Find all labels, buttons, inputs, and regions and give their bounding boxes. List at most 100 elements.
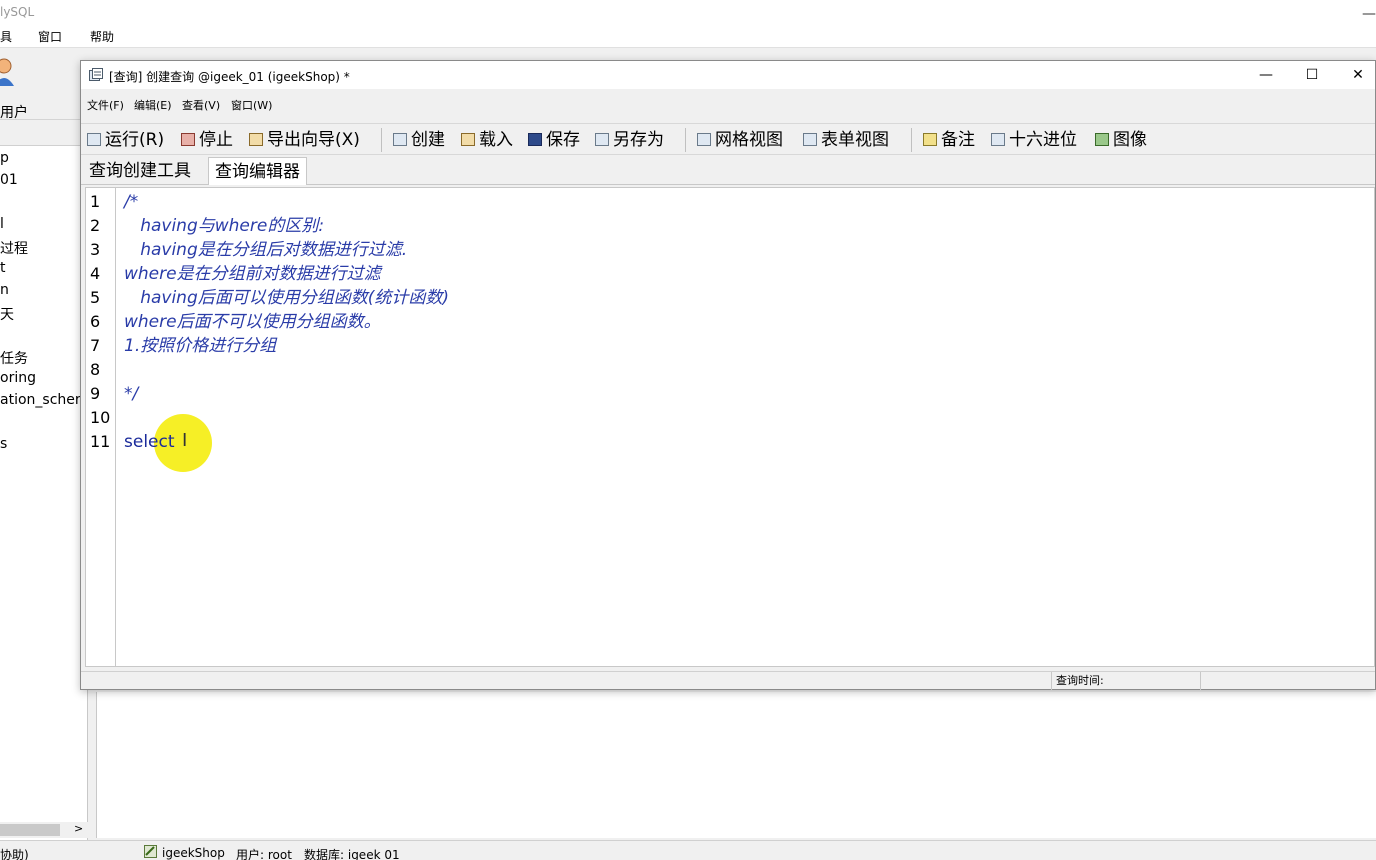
line-number: 9: [90, 384, 101, 403]
grid-view-button[interactable]: 网格视图: [697, 128, 783, 152]
line-number: 6: [90, 312, 101, 331]
hex-icon: [991, 133, 1005, 146]
save-as-icon: [595, 133, 609, 146]
status-database: 数据库: igeek 01: [304, 848, 400, 860]
query-tabs: 查询创建工具 查询编辑器: [81, 155, 1375, 185]
line-number: 8: [90, 360, 101, 379]
line-number: 2: [90, 216, 101, 235]
window-icon: [89, 68, 103, 81]
close-button[interactable]: ✕: [1335, 64, 1376, 86]
app-title-bar: lySQL —: [0, 0, 1376, 24]
toolbar-separator: [911, 128, 912, 152]
user-icon: [0, 58, 14, 86]
app-minimize-button[interactable]: —: [1362, 2, 1376, 26]
export-icon: [249, 133, 263, 146]
grid-icon: [697, 133, 711, 146]
line-number: 11: [90, 432, 111, 451]
maximize-button[interactable]: ☐: [1289, 64, 1335, 86]
tree-item[interactable]: p: [0, 150, 9, 166]
save-as-button[interactable]: 另存为: [595, 128, 664, 152]
object-browser-scrollbar[interactable]: >: [0, 822, 88, 838]
line-number: 4: [90, 264, 101, 283]
stop-button[interactable]: 停止: [181, 128, 233, 152]
query-toolbar: 运行(R) 停止 导出向导(X) 创建 载入 保存 另存为 网格视图 表单视图 …: [81, 123, 1375, 155]
scroll-right-icon[interactable]: >: [74, 822, 83, 835]
query-window-title: [查询] 创建查询 @igeek_01 (igeekShop) *: [109, 70, 350, 84]
load-button[interactable]: 载入: [461, 128, 513, 152]
image-button[interactable]: 图像: [1095, 128, 1147, 152]
query-window: [查询] 创建查询 @igeek_01 (igeekShop) * — ☐ ✕ …: [80, 60, 1376, 690]
save-button[interactable]: 保存: [528, 128, 580, 152]
minimize-button[interactable]: —: [1243, 64, 1289, 86]
line-number-gutter: 1 2 3 4 5 6 7 8 9 10 11: [86, 188, 116, 666]
status-connection: igeekShop: [162, 846, 225, 860]
tree-item[interactable]: 过程: [0, 238, 28, 258]
image-icon: [1095, 133, 1109, 146]
code-line: select: [124, 432, 180, 452]
stop-icon: [181, 133, 195, 146]
code-line: */: [124, 384, 139, 404]
toolbar-separator: [381, 128, 382, 152]
line-number: 1: [90, 192, 101, 211]
tab-query-editor[interactable]: 查询编辑器: [208, 157, 307, 185]
form-icon: [803, 133, 817, 146]
tree-item[interactable]: oring: [0, 370, 36, 386]
results-area: [96, 692, 1376, 838]
hex-button[interactable]: 十六进位: [991, 128, 1077, 152]
code-line: having是在分组后对数据进行过滤.: [124, 240, 408, 260]
line-number: 10: [90, 408, 111, 427]
menu-tools[interactable]: 具: [0, 28, 12, 45]
query-window-title-bar[interactable]: [查询] 创建查询 @igeek_01 (igeekShop) * — ☐ ✕: [81, 61, 1375, 89]
toolbar-separator: [685, 128, 686, 152]
tree-item[interactable]: 01: [0, 172, 18, 188]
tab-query-builder[interactable]: 查询创建工具: [83, 157, 197, 185]
text-cursor-icon: I: [182, 430, 188, 451]
menu-window[interactable]: 窗口: [38, 28, 62, 45]
app-menubar: 具 窗口 帮助: [0, 24, 1376, 48]
connection-icon: [144, 845, 157, 860]
code-line: where是在分组前对数据进行过滤: [124, 264, 381, 284]
memo-button[interactable]: 备注: [923, 128, 975, 152]
export-wizard-button[interactable]: 导出向导(X): [249, 128, 360, 152]
tree-item[interactable]: t: [0, 260, 6, 276]
query-status-bar: 查询时间:: [81, 671, 1375, 690]
line-number: 7: [90, 336, 101, 355]
create-icon: [393, 133, 407, 146]
menu-file[interactable]: 文件(F): [87, 97, 124, 113]
code-line: where后面不可以使用分组函数。: [124, 312, 381, 332]
menu-view[interactable]: 查看(V): [182, 97, 220, 113]
app-status-bar: 协助) igeekShop 用户: root 数据库: igeek 01: [0, 840, 1376, 860]
tree-item[interactable]: n: [0, 282, 9, 298]
code-line: having与where的区别:: [124, 216, 325, 236]
load-icon: [461, 133, 475, 146]
menu-window[interactable]: 窗口(W): [231, 97, 272, 113]
user-button[interactable]: 用户: [0, 56, 40, 121]
form-view-button[interactable]: 表单视图: [803, 128, 889, 152]
create-button[interactable]: 创建: [393, 128, 445, 152]
scrollbar-thumb[interactable]: [0, 824, 60, 836]
menu-help[interactable]: 帮助: [90, 28, 114, 45]
run-icon: [87, 133, 101, 146]
object-browser: p 01 l 过程 t n 天 任务 oring ation_scher s: [0, 122, 88, 840]
code-line: 1.按照价格进行分组: [124, 336, 277, 356]
tree-item[interactable]: 任务: [0, 348, 28, 368]
code-line: having后面可以使用分组函数(统计函数): [124, 288, 450, 308]
code-line: /*: [124, 192, 139, 212]
memo-icon: [923, 133, 937, 146]
tree-item[interactable]: ation_scher: [0, 392, 81, 408]
tree-item[interactable]: 天: [0, 304, 14, 324]
object-browser-header: [0, 122, 88, 146]
status-left: 协助): [0, 848, 29, 860]
save-icon: [528, 133, 542, 146]
status-user: 用户: root: [236, 848, 292, 860]
tree-item[interactable]: l: [0, 216, 4, 232]
user-label: 用户: [0, 105, 28, 121]
line-number: 5: [90, 288, 101, 307]
app-title: lySQL: [0, 5, 35, 19]
run-button[interactable]: 运行(R): [87, 128, 164, 152]
tree-item[interactable]: s: [0, 436, 7, 452]
query-window-menubar: 文件(F) 编辑(E) 查看(V) 窗口(W): [81, 89, 1375, 117]
line-number: 3: [90, 240, 101, 259]
menu-edit[interactable]: 编辑(E): [134, 97, 172, 113]
sql-editor[interactable]: 1 2 3 4 5 6 7 8 9 10 11 /* having与where的…: [85, 187, 1375, 667]
